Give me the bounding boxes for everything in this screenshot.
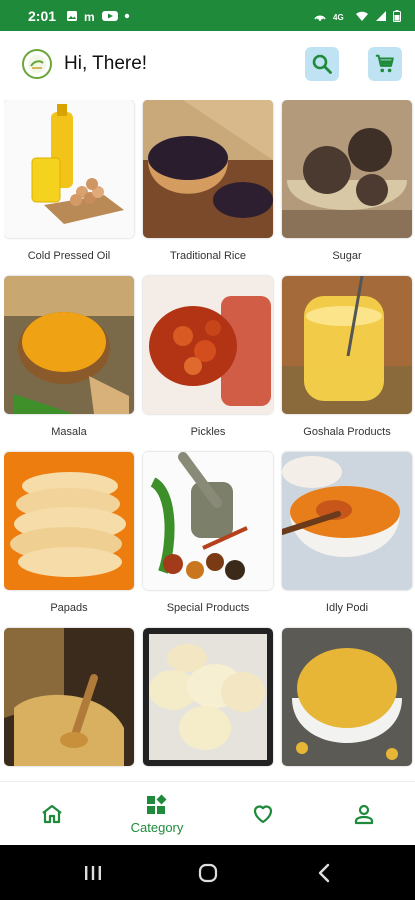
hotspot-icon [314, 15, 326, 21]
status-bar: 2:01 m 4G [0, 0, 415, 31]
cart-button[interactable] [368, 47, 402, 81]
category-label: Masala [51, 426, 87, 438]
back-icon[interactable] [316, 863, 332, 883]
category-label: Goshala Products [303, 426, 391, 438]
category-image [143, 452, 273, 590]
category-image [282, 628, 412, 766]
app-header: Hi, There! [0, 31, 415, 97]
wifi-icon [356, 11, 368, 21]
battery-icon [393, 9, 401, 22]
nav-favorites[interactable] [243, 782, 283, 846]
image-icon [67, 10, 78, 21]
category-image [143, 100, 273, 238]
data-icon: 4G [333, 13, 344, 22]
status-time: 2:01 [28, 7, 57, 24]
category-grid: Cold Pressed Oil Traditional Rice Sugar … [4, 100, 414, 780]
system-navigation-bar [0, 845, 415, 900]
nav-profile[interactable] [344, 782, 384, 846]
youtube-icon [102, 10, 119, 21]
nav-category[interactable]: Category [117, 782, 197, 846]
category-label: Cold Pressed Oil [27, 250, 111, 262]
recents-icon[interactable] [84, 864, 102, 882]
category-image [282, 276, 412, 414]
svg-text:m: m [84, 10, 95, 22]
category-label: Pickles [190, 426, 226, 438]
search-icon [312, 54, 332, 74]
category-image [4, 452, 134, 590]
category-image [282, 452, 412, 590]
dot-icon [124, 13, 130, 18]
category-image [4, 276, 134, 414]
home-icon [42, 804, 62, 824]
nav-home[interactable] [32, 782, 72, 846]
category-icon [147, 794, 167, 814]
app-logo [22, 49, 52, 79]
category-image [4, 628, 134, 766]
nav-category-label: Category [130, 820, 184, 835]
category-image [143, 628, 273, 766]
category-label: Papads [50, 602, 88, 614]
category-label: Idly Podi [325, 602, 369, 614]
m-icon: m [84, 10, 95, 22]
svg-text:4G: 4G [333, 13, 344, 22]
signal-icon [376, 10, 386, 21]
category-label: Sugar [332, 250, 362, 262]
profile-icon [354, 804, 374, 825]
heart-icon [253, 805, 273, 824]
category-image [143, 276, 273, 414]
greeting-text: Hi, There! [64, 53, 148, 74]
category-image [4, 100, 134, 238]
category-label: Special Products [166, 602, 250, 614]
category-image [282, 100, 412, 238]
cart-icon [375, 54, 394, 73]
home-button-icon[interactable] [198, 863, 218, 883]
search-button[interactable] [305, 47, 339, 81]
category-label: Traditional Rice [169, 250, 246, 262]
bottom-navigation: Category [0, 781, 415, 846]
